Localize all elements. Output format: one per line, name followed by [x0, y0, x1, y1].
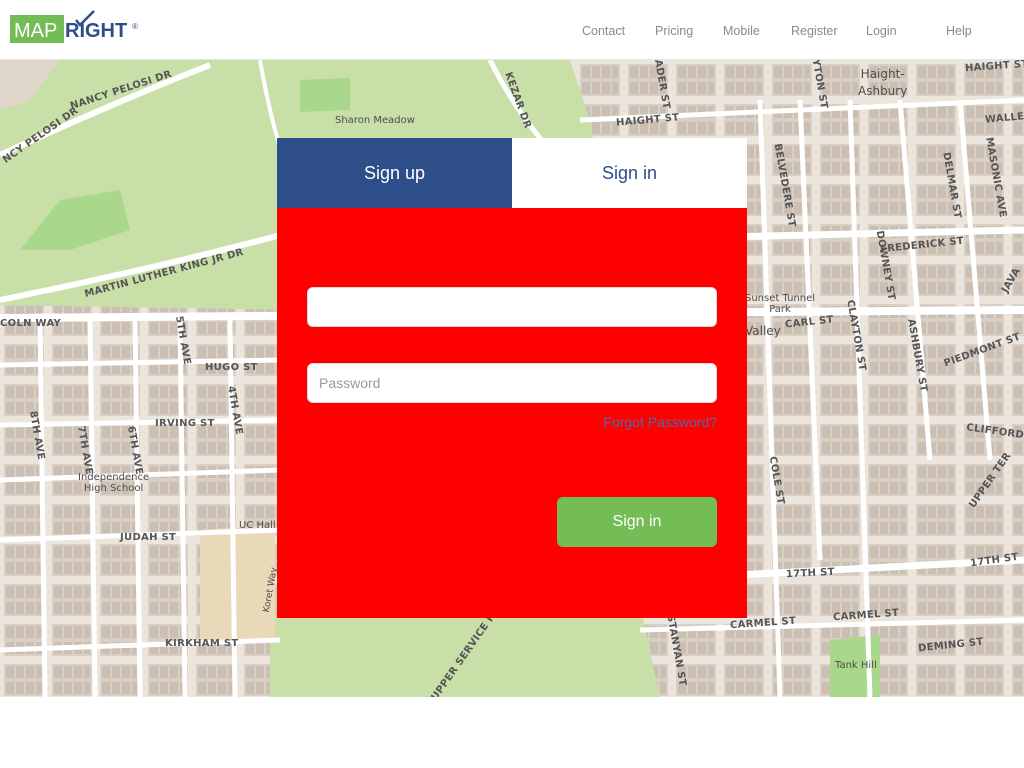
map-label-street: JUDAH ST	[120, 532, 177, 543]
sign-in-form: Forgot Password? Sign in	[277, 208, 747, 618]
nav-register[interactable]: Register	[791, 24, 838, 38]
nav-pricing[interactable]: Pricing	[655, 24, 693, 38]
map-label-street: HUGO ST	[205, 362, 258, 373]
map-label-independence: Independence High School	[78, 472, 150, 494]
top-nav: Contact Pricing Mobile Register Login He…	[0, 0, 1024, 60]
auth-panel: Sign up Sign in Forgot Password? Sign in	[277, 138, 747, 618]
map-label-sharon-meadow: Sharon Meadow	[335, 115, 415, 126]
forgot-password-link[interactable]: Forgot Password?	[603, 414, 717, 430]
password-input[interactable]	[307, 363, 717, 403]
nav-mobile[interactable]: Mobile	[723, 24, 760, 38]
sign-in-button[interactable]: Sign in	[557, 497, 717, 547]
map-label-sunset-tunnel: Sunset Tunnel Park	[745, 293, 816, 315]
map-label-haight-ashbury: Haight- Ashbury	[858, 67, 908, 98]
map-label-street: IRVING ST	[155, 418, 215, 429]
nav-login[interactable]: Login	[866, 24, 897, 38]
top-header: MAP RIGHT ® Contact Pricing Mobile Regis…	[0, 0, 1024, 60]
email-input[interactable]	[307, 287, 717, 327]
map-label-street: COLN WAY	[0, 318, 62, 329]
map-label-street: KIRKHAM ST	[165, 638, 239, 649]
tab-sign-up[interactable]: Sign up	[277, 138, 512, 208]
map-label-valley: Valley	[745, 324, 781, 338]
map-label-tank-hill: Tank Hill	[835, 660, 877, 671]
nav-help[interactable]: Help	[946, 24, 972, 38]
tab-sign-in[interactable]: Sign in	[512, 138, 747, 208]
nav-contact[interactable]: Contact	[582, 24, 625, 38]
map-label-uc-hall: UC Hall	[239, 520, 276, 531]
